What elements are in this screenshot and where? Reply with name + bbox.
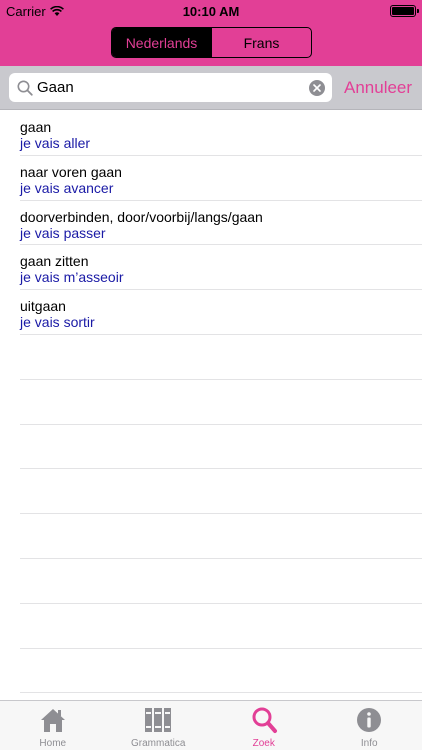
books-icon <box>145 708 172 732</box>
list-item[interactable]: gaan zitten je vais m’asseoir <box>20 245 422 291</box>
empty-row <box>20 425 422 470</box>
tab-grammatica-label: Grammatica <box>131 738 186 749</box>
list-item[interactable]: gaan je vais aller <box>20 111 422 156</box>
tab-home-label: Home <box>39 738 67 749</box>
dutch-term: doorverbinden, door/voorbij/langs/gaan <box>20 208 263 225</box>
info-icon <box>357 708 382 732</box>
tab-zoek[interactable]: Zoek <box>211 701 317 750</box>
dutch-term: naar voren gaan <box>20 163 122 180</box>
empty-row <box>20 559 422 604</box>
results-list: gaan je vais aller naar voren gaan je va… <box>0 111 422 694</box>
cancel-button[interactable]: Annuleer <box>344 78 412 98</box>
tab-home[interactable]: Home <box>0 701 106 750</box>
dutch-term: gaan zitten <box>20 253 89 270</box>
empty-row <box>20 335 422 380</box>
empty-row <box>20 604 422 649</box>
tab-grammatica[interactable]: Grammatica <box>106 701 212 750</box>
empty-row <box>20 649 422 694</box>
dutch-term: gaan <box>20 119 52 135</box>
french-translation: je vais avancer <box>20 179 114 196</box>
battery-icon <box>390 5 419 17</box>
status-bar: Carrier 10:10 AM <box>0 0 422 22</box>
empty-row <box>20 469 422 515</box>
search-icon <box>252 707 277 733</box>
search-bar: Annuleer <box>0 66 422 110</box>
tab-bar: Home Grammatica Zoek Info <box>0 700 422 750</box>
list-item[interactable]: doorverbinden, door/voorbij/langs/gaan j… <box>20 201 422 246</box>
home-icon <box>40 709 65 732</box>
tab-info-label: Info <box>360 738 378 749</box>
french-translation: je vais aller <box>20 135 91 151</box>
list-item[interactable]: uitgaan je vais sortir <box>20 290 422 335</box>
french-translation: je vais passer <box>20 224 106 241</box>
dutch-term: uitgaan <box>20 298 66 315</box>
search-icon <box>17 80 33 96</box>
segment-nederlands[interactable]: Nederlands <box>112 28 211 57</box>
language-segmented-control: Nederlands Frans <box>111 27 312 58</box>
navigation-bar: Nederlands Frans <box>0 22 422 66</box>
segment-frans[interactable]: Frans <box>211 28 311 57</box>
french-translation: je vais m’asseoir <box>20 269 124 286</box>
empty-row <box>20 380 422 425</box>
list-item[interactable]: naar voren gaan je vais avancer <box>20 156 422 201</box>
search-field-container[interactable] <box>9 73 332 102</box>
clear-search-icon[interactable] <box>309 80 325 96</box>
french-translation: je vais sortir <box>20 314 95 331</box>
tab-info[interactable]: Info <box>317 701 422 750</box>
empty-row <box>20 514 422 559</box>
search-input[interactable] <box>37 75 305 100</box>
status-time: 10:10 AM <box>182 4 240 19</box>
tab-zoek-label: Zoek <box>252 738 275 749</box>
